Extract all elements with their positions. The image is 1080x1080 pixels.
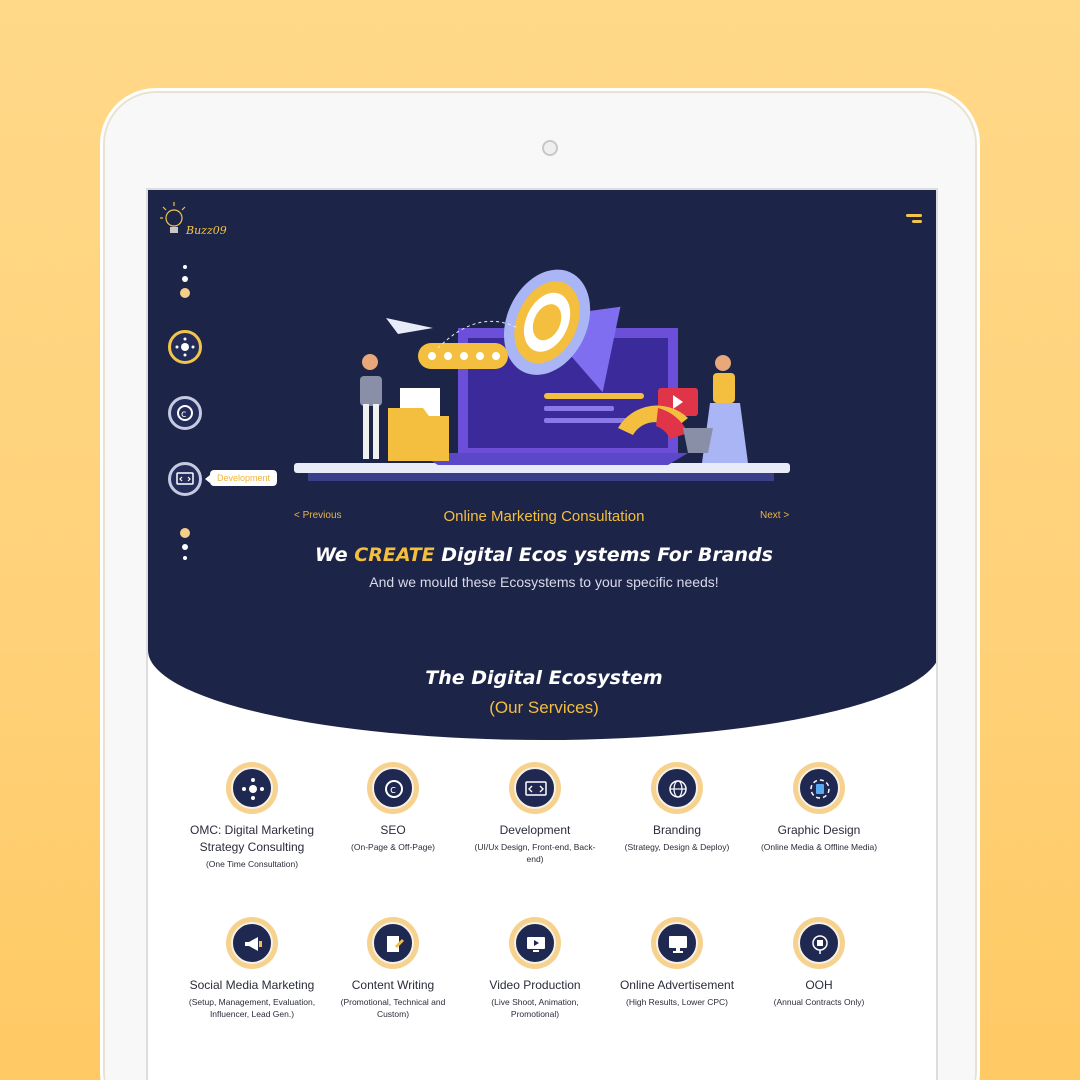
service-icon-ring: [793, 917, 845, 969]
sidebar-omc-icon[interactable]: [168, 330, 202, 364]
service-name: Development: [499, 823, 571, 837]
next-slide-link[interactable]: Next >: [760, 510, 789, 521]
service-card[interactable]: c SEO (On-Page & Off-Page): [328, 762, 458, 853]
sidebar-seo-icon[interactable]: c: [168, 396, 202, 430]
service-description: (Live Shoot, Animation, Promotional): [491, 997, 579, 1019]
service-card[interactable]: Graphic Design (Online Media & Offline Me…: [754, 762, 884, 853]
billboard-icon: [798, 922, 840, 964]
hero-headline: We CREATE Digital Ecos ystems For Brands: [148, 544, 936, 566]
service-description: (High Results, Lower CPC): [625, 997, 729, 1007]
service-description: (Annual Contracts Only): [773, 997, 865, 1007]
previous-slide-link[interactable]: < Previous: [294, 510, 342, 521]
service-description: (Strategy, Design & Deploy): [624, 842, 730, 852]
hamburger-menu-icon[interactable]: [906, 214, 922, 226]
section-subtitle: (Our Services): [489, 698, 599, 717]
section-title: The Digital Ecosystem: [425, 667, 663, 689]
service-icon-ring: [509, 917, 561, 969]
code-icon: [514, 767, 556, 809]
service-card[interactable]: OMC: Digital Marketing Strategy Consulti…: [187, 762, 317, 870]
service-name: Video Production: [489, 978, 581, 992]
monitor-icon: [656, 922, 698, 964]
brand-logo-text: Buzz09: [186, 224, 227, 237]
service-name: OOH: [805, 978, 833, 992]
video-icon: [514, 922, 556, 964]
service-icon-ring: [509, 762, 561, 814]
svg-text:c: c: [390, 783, 396, 796]
service-name: Graphic Design: [777, 823, 861, 837]
service-description: (One Time Consultation): [205, 859, 299, 869]
sidebar-development-icon[interactable]: [168, 462, 202, 496]
service-icon-ring: [226, 917, 278, 969]
megaphone-icon: [231, 922, 273, 964]
service-icon-ring: [651, 762, 703, 814]
slide-title: Online Marketing Consultation: [443, 508, 645, 525]
pen-icon: [372, 922, 414, 964]
service-description: (Promotional, Technical and Custom): [340, 997, 446, 1019]
globe-icon: [656, 767, 698, 809]
svg-text:c: c: [181, 409, 187, 420]
brand-logo[interactable]: Buzz09: [160, 200, 227, 240]
website-screen: Buzz09 c Development < Previous Online M…: [146, 188, 938, 1080]
service-description: (Online Media & Offline Media): [760, 842, 878, 852]
tablet-frame: Buzz09 c Development < Previous Online M…: [100, 88, 980, 1080]
service-name: OMC: Digital Marketing Strategy Consulti…: [189, 823, 315, 854]
network-icon: [231, 767, 273, 809]
service-name: Content Writing: [351, 978, 435, 992]
scroll-dot: [180, 288, 190, 298]
service-card[interactable]: Video Production (Live Shoot, Animation, …: [470, 917, 600, 1020]
service-name: Social Media Marketing: [189, 978, 315, 992]
service-card[interactable]: Content Writing (Promotional, Technical a…: [328, 917, 458, 1020]
service-card[interactable]: Development (UI/Ux Design, Front-end, Bac…: [470, 762, 600, 865]
sidebar-tooltip: Development: [204, 470, 278, 486]
service-card[interactable]: OOH (Annual Contracts Only): [754, 917, 884, 1008]
hero-section: Buzz09 c Development < Previous Online M…: [148, 190, 936, 740]
service-icon-ring: [367, 917, 419, 969]
seo-icon: c: [372, 767, 414, 809]
service-description: (UI/Ux Design, Front-end, Back-end): [474, 842, 596, 864]
design-icon: [798, 767, 840, 809]
service-card[interactable]: Branding (Strategy, Design & Deploy): [612, 762, 742, 853]
service-icon-ring: [651, 917, 703, 969]
service-card[interactable]: Online Advertisement (High Results, Lower…: [612, 917, 742, 1008]
service-icon-ring: [226, 762, 278, 814]
service-name: Online Advertisement: [619, 978, 735, 992]
scroll-dot: [183, 265, 187, 269]
hero-illustration: [294, 269, 790, 481]
service-icon-ring: [793, 762, 845, 814]
hero-subline: And we mould these Ecosystems to your sp…: [369, 574, 719, 590]
headline-text: We: [315, 544, 355, 566]
service-icon-ring: c: [367, 762, 419, 814]
service-description: (On-Page & Off-Page): [351, 842, 435, 852]
headline-text: Digital Ecos ystems For Brands: [434, 544, 773, 566]
headline-highlight: CREATE: [354, 544, 435, 566]
camera-icon: [542, 140, 558, 156]
service-description: (Setup, Management, Evaluation, Influenc…: [188, 997, 316, 1019]
service-name: Branding: [652, 823, 702, 837]
scroll-dot: [182, 276, 188, 282]
service-name: SEO: [380, 823, 406, 837]
service-card[interactable]: Social Media Marketing (Setup, Management…: [187, 917, 317, 1020]
scroll-dot: [180, 528, 190, 538]
